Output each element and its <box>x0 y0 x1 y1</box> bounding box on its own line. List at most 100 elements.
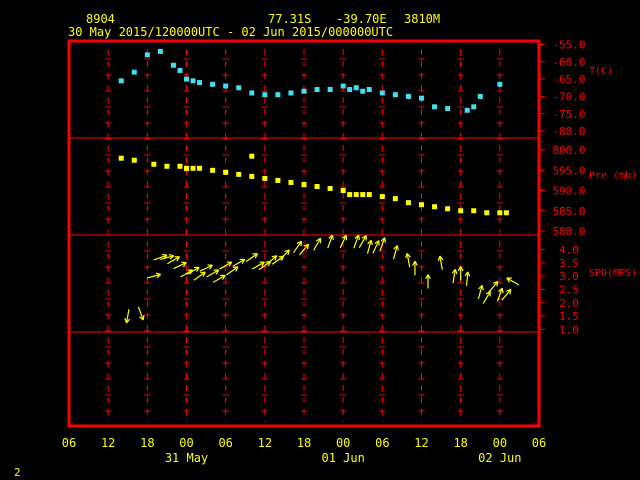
pressure-point <box>262 175 268 181</box>
temperature-point <box>379 90 385 96</box>
temperature-point <box>445 106 451 112</box>
y-tick-label: 3.5 <box>559 257 579 270</box>
panel-label-pressure: Pre (mb) <box>589 170 637 181</box>
pressure-point <box>164 163 170 169</box>
y-tick-label: 1.0 <box>559 323 579 336</box>
wind-arrow-head <box>437 255 441 261</box>
pressure-point <box>432 204 438 210</box>
x-tick-label: 18 <box>297 436 311 450</box>
pressure-point <box>347 192 353 198</box>
temperature-point <box>301 88 307 94</box>
temperature-point <box>177 67 183 73</box>
temperature-point <box>347 87 353 92</box>
wind-arrow-head <box>155 272 161 275</box>
pressure-point <box>118 155 124 161</box>
temperature-point <box>184 76 189 82</box>
temperature-point <box>477 93 483 99</box>
pressure-point <box>503 210 509 216</box>
wind-arrow-head <box>396 245 399 251</box>
x-tick-label: 00 <box>336 436 350 450</box>
pressure-point <box>249 173 255 179</box>
temperature-point <box>157 48 163 54</box>
temperature-point <box>190 78 196 84</box>
pressure-point <box>366 192 372 198</box>
pressure-point <box>445 206 451 212</box>
y-tick-label: 590.0 <box>552 185 585 198</box>
temperature-point <box>210 81 216 87</box>
wind-arrow-head <box>168 254 174 257</box>
x-tick-label: 12 <box>258 436 272 450</box>
temperature-point <box>275 92 281 98</box>
pressure-point <box>379 194 385 200</box>
pressure-point <box>353 192 359 198</box>
pressure-point <box>223 169 229 175</box>
pressure-point <box>236 171 242 177</box>
temperature-point <box>432 104 438 110</box>
temperature-point <box>131 69 137 75</box>
temperature-point <box>170 62 176 68</box>
temperature-point <box>314 87 320 92</box>
temperature-point <box>366 87 372 92</box>
x-tick-label: 06 <box>375 436 389 450</box>
pressure-point <box>458 208 464 214</box>
wind-arrow-head <box>331 234 334 241</box>
y-tick-label: 2.5 <box>559 283 579 296</box>
pressure-point <box>197 165 203 171</box>
wind-arrow-head <box>454 269 458 275</box>
temperature-point <box>288 90 294 96</box>
temperature-point <box>360 88 366 94</box>
pressure-point <box>301 181 307 187</box>
x-tick-label: 12 <box>414 436 428 450</box>
temperature-point <box>497 81 503 87</box>
x-tick-label: 06 <box>62 436 76 450</box>
pressure-point <box>288 179 294 185</box>
y-tick-label: -65.0 <box>552 73 585 86</box>
x-tick-label: 18 <box>453 436 467 450</box>
x-tick-label: 00 <box>493 436 507 450</box>
wind-arrow-head <box>501 288 504 294</box>
x-tick-label: 06 <box>532 436 546 450</box>
wind-arrow-head <box>358 234 360 241</box>
y-tick-label: 580.0 <box>552 225 585 238</box>
panel-label-temperature: T(C) <box>589 66 613 77</box>
wind-arrow-head <box>161 253 168 256</box>
temperature-point <box>118 78 124 84</box>
y-tick-label: -55.0 <box>552 38 585 51</box>
temperature-point <box>471 104 477 110</box>
y-tick-label: 800.0 <box>552 144 585 157</box>
wind-arrow-head <box>481 285 484 291</box>
date-label: 31 May <box>165 451 208 465</box>
wind-arrow-head <box>300 241 303 247</box>
pressure-point <box>249 153 255 159</box>
pressure-point <box>151 161 157 167</box>
temperature-point <box>197 80 203 86</box>
pressure-point <box>131 157 137 163</box>
pressure-point <box>327 186 333 192</box>
y-tick-label: -70.0 <box>552 90 585 103</box>
temperature-point <box>262 92 268 98</box>
pressure-point <box>314 184 320 189</box>
temperature-point <box>223 83 229 89</box>
x-tick-label: 06 <box>218 436 232 450</box>
temperature-point <box>353 85 359 91</box>
temperature-point <box>236 85 242 91</box>
x-tick-label: 18 <box>140 436 154 450</box>
y-tick-label: -80.0 <box>552 125 585 138</box>
temperature-point <box>327 87 333 92</box>
pressure-point <box>419 202 424 208</box>
wind-arrow-head <box>124 318 128 324</box>
y-tick-label: -75.0 <box>552 108 585 121</box>
pressure-point <box>497 210 503 216</box>
pressure-point <box>177 163 183 169</box>
wind-arrow <box>279 249 290 261</box>
x-tick-label: 00 <box>179 436 193 450</box>
pressure-point <box>405 200 411 206</box>
temperature-point <box>249 90 255 96</box>
pressure-point <box>360 192 366 198</box>
pressure-point <box>484 210 490 216</box>
y-tick-label: 595.0 <box>552 164 585 177</box>
pressure-point <box>210 167 216 173</box>
pressure-point <box>471 208 477 214</box>
page-number: 2 <box>14 466 21 479</box>
temperature-point <box>144 52 150 58</box>
